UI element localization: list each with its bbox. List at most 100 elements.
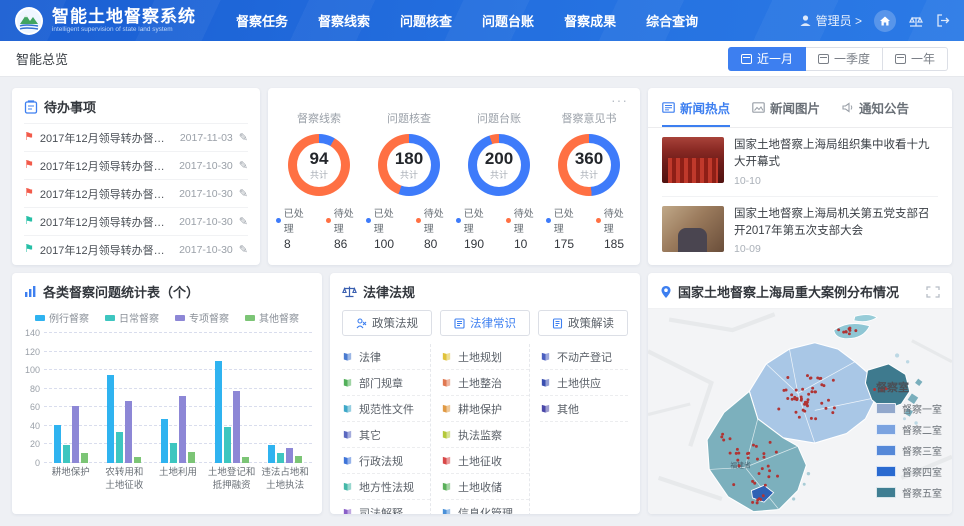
law-item[interactable]: 土地收储 bbox=[441, 474, 529, 500]
todo-item[interactable]: ⚑2017年12月领导转办督察线索2017-11-03✎ bbox=[24, 123, 248, 151]
chart-legend-item[interactable]: 其他督察 bbox=[245, 310, 299, 325]
edit-icon[interactable]: ✎ bbox=[239, 215, 248, 228]
nav-item-1[interactable]: 督察线索 bbox=[318, 11, 370, 30]
law-item[interactable]: 土地征收 bbox=[441, 448, 529, 474]
user-icon bbox=[799, 14, 812, 27]
gavel-icon[interactable] bbox=[908, 14, 924, 28]
law-item[interactable]: 土地规划 bbox=[441, 344, 529, 370]
law-item[interactable]: 信息化管理 bbox=[441, 500, 529, 514]
law-item[interactable]: 其他 bbox=[540, 396, 628, 422]
law-item[interactable]: 不动产登记 bbox=[540, 344, 628, 370]
home-button[interactable] bbox=[874, 10, 896, 32]
law-item[interactable]: 法律 bbox=[342, 344, 430, 370]
todo-item[interactable]: ⚑2017年12月领导转办督察线索2017-10-30✎ bbox=[24, 235, 248, 263]
policy-interpretation-button[interactable]: 政策解读 bbox=[538, 310, 628, 336]
bar-专项督察[interactable] bbox=[179, 396, 186, 463]
news-tabs: 新闻热点 新闻图片 通知公告 bbox=[648, 88, 952, 128]
range-button-year[interactable]: 一年 bbox=[883, 47, 948, 71]
user-menu[interactable]: 管理员 > bbox=[799, 12, 862, 29]
law-item-label: 法律 bbox=[359, 349, 381, 365]
news-item[interactable]: 国家土地督察上海局机关第五党支部召开2017年第五次支部大会10-09 bbox=[662, 196, 938, 265]
case-dot bbox=[752, 444, 755, 447]
edit-icon[interactable]: ✎ bbox=[239, 243, 248, 256]
home-icon bbox=[879, 15, 891, 27]
case-dot bbox=[756, 458, 759, 461]
edit-icon[interactable]: ✎ bbox=[239, 187, 248, 200]
legend-value: 10 bbox=[506, 237, 542, 251]
bar-例行督察[interactable] bbox=[161, 419, 168, 463]
law-item[interactable]: 规范性文件 bbox=[342, 396, 430, 422]
bar-专项督察[interactable] bbox=[125, 401, 132, 463]
range-button-month[interactable]: 近一月 bbox=[728, 47, 806, 71]
bar-日常督察[interactable] bbox=[170, 443, 177, 463]
bar-group bbox=[215, 361, 249, 463]
bar-其他督察[interactable] bbox=[134, 457, 141, 463]
nav-item-5[interactable]: 综合查询 bbox=[646, 11, 698, 30]
law-item[interactable]: 土地供应 bbox=[540, 370, 628, 396]
bar-其他督察[interactable] bbox=[242, 457, 249, 464]
bar-其他督察[interactable] bbox=[295, 456, 302, 463]
law-item[interactable]: 地方性法规 bbox=[342, 474, 430, 500]
bar-日常督察[interactable] bbox=[277, 453, 284, 463]
legend-entry: 已处理190 bbox=[456, 205, 492, 251]
legend-label: 已处理 bbox=[546, 205, 582, 235]
nav-item-0[interactable]: 督察任务 bbox=[236, 11, 288, 30]
chart-legend-item[interactable]: 专项督察 bbox=[175, 310, 229, 325]
bar-例行督察[interactable] bbox=[107, 375, 114, 463]
news-item[interactable]: 国家土地督察上海局组织集中收看十九大开幕式10-10 bbox=[662, 128, 938, 196]
bar-日常督察[interactable] bbox=[116, 432, 123, 463]
map-area[interactable]: 福建省 督察室 督察一室督察二室督察三室督察四室督察五室 bbox=[648, 309, 952, 514]
law-item[interactable]: 耕地保护 bbox=[441, 396, 529, 422]
fullscreen-icon[interactable] bbox=[926, 286, 940, 298]
bar-例行督察[interactable] bbox=[54, 425, 61, 463]
tab-news-photos[interactable]: 新闻图片 bbox=[752, 98, 820, 127]
case-dot bbox=[814, 417, 817, 420]
law-item[interactable]: 司法解释 bbox=[342, 500, 430, 514]
tab-news-hot[interactable]: 新闻热点 bbox=[662, 98, 730, 127]
legal-knowledge-button[interactable]: 法律常识 bbox=[440, 310, 530, 336]
todo-item[interactable]: ⚑2017年12月领导转办督察线索2017-10-30✎ bbox=[24, 179, 248, 207]
more-options-icon[interactable]: ··· bbox=[611, 92, 628, 108]
donut-category-label: 问题核查 bbox=[387, 110, 431, 126]
law-item[interactable]: 土地整治 bbox=[441, 370, 529, 396]
law-item[interactable]: 部门规章 bbox=[342, 370, 430, 396]
book-icon bbox=[342, 429, 353, 440]
legend-dot bbox=[456, 218, 461, 223]
bar-例行督察[interactable] bbox=[268, 445, 275, 463]
top-navbar: 智能土地督察系统 intelligent supervision of stat… bbox=[0, 0, 964, 41]
map-legend-item: 督察三室 bbox=[876, 443, 942, 458]
legend-text: 待处理 bbox=[514, 205, 542, 235]
todo-item[interactable]: ⚑2017年12月领导转办督察线索2017-10-30✎ bbox=[24, 151, 248, 179]
bar-例行督察[interactable] bbox=[215, 361, 222, 463]
bar-专项督察[interactable] bbox=[286, 448, 293, 463]
bar-其他督察[interactable] bbox=[188, 452, 195, 463]
policy-regulations-button[interactable]: 政策法规 bbox=[342, 310, 432, 336]
bar-日常督察[interactable] bbox=[224, 427, 231, 463]
bar-专项督察[interactable] bbox=[72, 406, 79, 463]
edit-icon[interactable]: ✎ bbox=[239, 159, 248, 172]
chart-legend-item[interactable]: 例行督察 bbox=[35, 310, 89, 325]
legend-name: 专项督察 bbox=[189, 310, 229, 325]
bar-日常督察[interactable] bbox=[63, 445, 70, 463]
law-item[interactable]: 执法监察 bbox=[441, 422, 529, 448]
edit-icon[interactable]: ✎ bbox=[239, 131, 248, 144]
donut-legend: 已处理190 待处理 10 bbox=[456, 205, 542, 251]
nav-item-3[interactable]: 问题台账 bbox=[482, 11, 534, 30]
nav-item-2[interactable]: 问题核查 bbox=[400, 11, 452, 30]
bar-专项督察[interactable] bbox=[233, 391, 240, 463]
tab-announcements[interactable]: 通知公告 bbox=[842, 98, 909, 127]
case-dot bbox=[845, 331, 848, 334]
range-button-quarter[interactable]: 一季度 bbox=[806, 47, 883, 71]
law-item[interactable]: 行政法规 bbox=[342, 448, 430, 474]
chart-legend-item[interactable]: 日常督察 bbox=[105, 310, 159, 325]
bar-chart-icon bbox=[24, 285, 37, 298]
book-icon bbox=[441, 429, 452, 440]
news-panel: 新闻热点 新闻图片 通知公告 国家土地督察上海局组织 bbox=[648, 88, 952, 265]
case-dot bbox=[777, 407, 780, 410]
law-item[interactable]: 其它 bbox=[342, 422, 430, 448]
case-dot bbox=[721, 433, 724, 436]
logout-icon[interactable] bbox=[936, 14, 950, 27]
bar-其他督察[interactable] bbox=[81, 453, 88, 463]
todo-item[interactable]: ⚑2017年12月领导转办督察线索2017-10-30✎ bbox=[24, 207, 248, 235]
nav-item-4[interactable]: 督察成果 bbox=[564, 11, 616, 30]
